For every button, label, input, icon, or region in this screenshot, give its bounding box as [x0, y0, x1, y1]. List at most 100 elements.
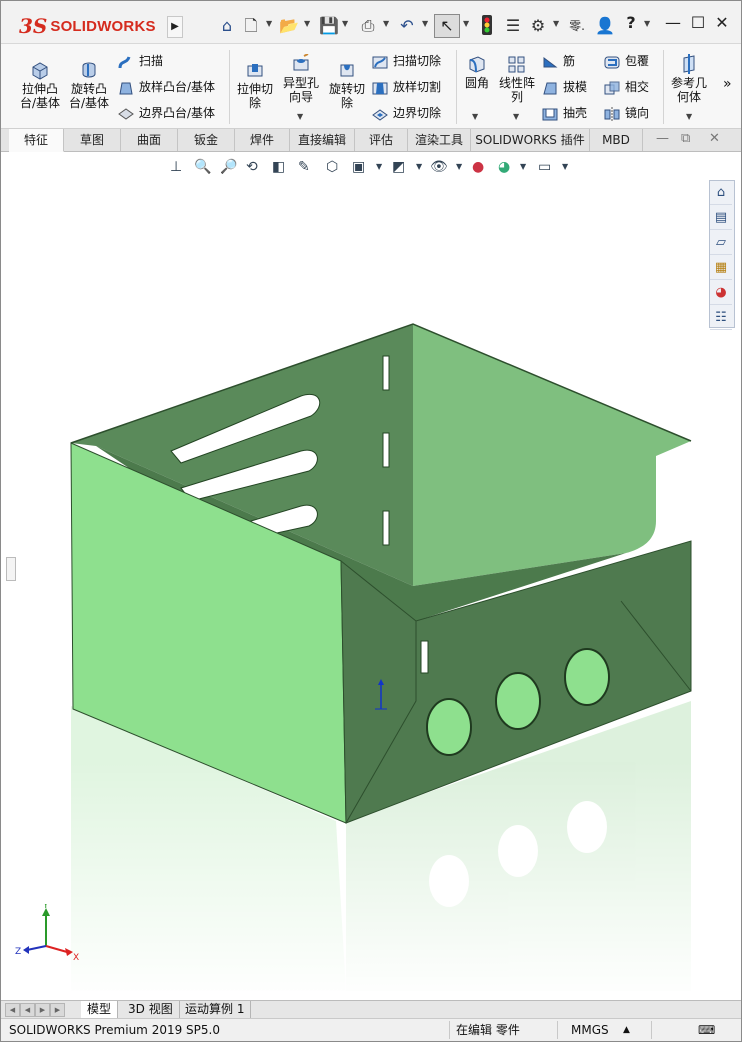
sweep-button[interactable]: 扫描: [117, 52, 163, 70]
select-pointer-icon[interactable]: ↖: [434, 14, 460, 38]
loft-boss-label: 放样凸台/基体: [139, 80, 216, 94]
menu-expand-arrow[interactable]: ▶: [167, 16, 183, 38]
tab-weldments[interactable]: 焊件: [235, 129, 290, 151]
sweep-label: 扫描: [139, 54, 164, 68]
tab-3d-views[interactable]: 3D 视图: [122, 1001, 180, 1018]
restore-button[interactable]: ☐: [687, 13, 709, 32]
tab-evaluate[interactable]: 评估: [355, 129, 408, 151]
new-dropdown-icon[interactable]: ▼: [266, 19, 272, 28]
intersect-icon: [604, 81, 620, 94]
shell-icon: [542, 108, 558, 120]
home-icon[interactable]: ⌂: [217, 15, 237, 37]
quick-tips-icon[interactable]: ⌨: [698, 1022, 715, 1038]
tab-surfaces[interactable]: 曲面: [121, 129, 178, 151]
reference-geometry-button[interactable]: 参考几 何体: [667, 54, 711, 104]
options-gear-icon[interactable]: ⚙: [529, 15, 547, 37]
hole-wizard-button[interactable]: 异型孔 向导: [279, 54, 323, 104]
sheet-metal-box-model[interactable]: [1, 152, 741, 1000]
mirror-button[interactable]: 镜向: [603, 104, 649, 122]
draft-button[interactable]: 拔模: [541, 78, 587, 96]
rib-button[interactable]: 筋: [541, 52, 575, 70]
open-dropdown-icon[interactable]: ▼: [304, 19, 310, 28]
revolve-boss-icon: [82, 62, 96, 78]
lofted-cut-label: 放样切割: [393, 80, 442, 94]
doc-close-button[interactable]: ✕: [709, 131, 720, 146]
tab-solidworks-addins[interactable]: SOLIDWORKS 插件: [471, 129, 590, 151]
new-document-icon[interactable]: 🗋: [242, 15, 260, 37]
wrap-button[interactable]: 包覆: [603, 52, 649, 70]
fillet-button[interactable]: 圆角: [460, 54, 494, 90]
tab-mbd[interactable]: MBD: [590, 129, 643, 151]
revolve-cut-label: 旋转切 除: [328, 82, 365, 110]
solidworks-logo[interactable]: 3S SOLIDWORKS: [19, 10, 161, 42]
back-right-wall: [413, 324, 691, 586]
status-separator: [651, 1021, 652, 1039]
minimize-button[interactable]: —: [662, 13, 684, 32]
status-bar: SOLIDWORKS Premium 2019 SP5.0 在编辑 零件 MMG…: [1, 1018, 741, 1041]
command-separator: [456, 50, 457, 124]
reference-geometry-icon: [683, 54, 695, 74]
doc-restore-button[interactable]: ⧉: [681, 131, 690, 146]
extrude-boss-button[interactable]: 拉伸凸 台/基体: [15, 60, 65, 110]
print-dropdown-icon[interactable]: ▼: [383, 19, 389, 28]
doc-minimize-button[interactable]: —: [656, 131, 669, 146]
close-button[interactable]: ✕: [711, 13, 733, 32]
swept-cut-icon: [372, 56, 388, 68]
next-tab-icon[interactable]: ▶: [35, 1003, 50, 1017]
linear-pattern-button[interactable]: 线性阵 列: [497, 54, 537, 104]
search-icon[interactable]: 零.: [568, 15, 586, 37]
hole-wizard-dropdown-icon[interactable]: ▼: [297, 112, 303, 121]
mirror-label: 镜向: [625, 106, 650, 120]
undo-dropdown-icon[interactable]: ▼: [422, 19, 428, 28]
coordinate-triad: Y X Z: [15, 904, 79, 963]
unit-system-button[interactable]: MMGS: [571, 1022, 609, 1038]
tab-render-tools[interactable]: 渲染工具: [408, 129, 471, 151]
sweep-icon: [118, 55, 131, 68]
fillet-icon: [469, 56, 485, 73]
tab-sketch[interactable]: 草图: [64, 129, 121, 151]
save-dropdown-icon[interactable]: ▼: [342, 19, 348, 28]
loft-boss-button[interactable]: 放样凸台/基体: [117, 78, 215, 96]
reference-geometry-label: 参考几 何体: [670, 76, 707, 104]
swept-cut-button[interactable]: 扫描切除: [371, 52, 441, 70]
unit-system-arrow-icon[interactable]: ▲: [623, 1022, 630, 1038]
tab-features[interactable]: 特征: [9, 129, 64, 152]
extrude-boss-icon: [32, 62, 48, 80]
open-icon[interactable]: 📂: [279, 15, 299, 37]
pattern-dropdown-icon[interactable]: ▼: [513, 112, 519, 121]
help-dropdown-icon[interactable]: ▼: [644, 19, 650, 28]
save-icon[interactable]: 💾: [319, 15, 339, 37]
help-icon[interactable]: ?: [620, 13, 642, 32]
options-dropdown-icon[interactable]: ▼: [553, 19, 559, 28]
extrude-cut-button[interactable]: 拉伸切 除: [233, 60, 277, 110]
graphics-area[interactable]: ⊥ 🔍 🔎 ⟲ ◧ ✎ ⬡ ▣ ▼ ◩ ▼ 👁 ▼ ● ◕ ▼ ▭ ▼ ⌂ ▤ …: [1, 152, 741, 1000]
rebuild-icon[interactable]: [479, 15, 495, 37]
fillet-dropdown-icon[interactable]: ▼: [472, 112, 478, 121]
ref-geometry-dropdown-icon[interactable]: ▼: [686, 112, 692, 121]
solidworks-brand-text: SOLIDWORKS: [50, 17, 156, 35]
undo-icon[interactable]: ↶: [397, 15, 417, 37]
boundary-boss-button[interactable]: 边界凸台/基体: [117, 104, 215, 122]
rib-icon: [543, 56, 558, 67]
more-commands-button[interactable]: »: [723, 76, 732, 92]
last-tab-icon[interactable]: ▶: [50, 1003, 65, 1017]
title-bar: 3S SOLIDWORKS ▶ ⌂ 🗋 ▼ 📂 ▼ 💾 ▼ ⎙ ▼ ↶ ▼ ↖ …: [1, 1, 741, 44]
tab-model[interactable]: 模型: [81, 1001, 119, 1018]
first-tab-icon[interactable]: ◀: [5, 1003, 20, 1017]
prev-tab-icon[interactable]: ◀: [20, 1003, 35, 1017]
print-icon[interactable]: ⎙: [358, 15, 378, 37]
revolve-boss-button[interactable]: 旋转凸 台/基体: [64, 60, 114, 110]
revolve-cut-button[interactable]: 旋转切 除: [325, 60, 369, 110]
shell-button[interactable]: 抽壳: [541, 104, 587, 122]
model-view-tabs: ◀ ◀ ▶ ▶ 模型 3D 视图 运动算例 1: [1, 1000, 741, 1018]
select-dropdown-icon[interactable]: ▼: [463, 19, 469, 28]
tab-sheet-metal[interactable]: 钣金: [178, 129, 235, 151]
tab-motion-study[interactable]: 运动算例 1: [179, 1001, 252, 1018]
rib-label: 筋: [563, 54, 576, 68]
tab-direct-editing[interactable]: 直接编辑: [290, 129, 355, 151]
boundary-cut-button[interactable]: 边界切除: [371, 104, 441, 122]
lofted-cut-button[interactable]: 放样切割: [371, 78, 441, 96]
file-properties-icon[interactable]: ☰: [504, 15, 522, 37]
user-icon[interactable]: 👤: [595, 15, 615, 37]
intersect-button[interactable]: 相交: [603, 78, 649, 96]
